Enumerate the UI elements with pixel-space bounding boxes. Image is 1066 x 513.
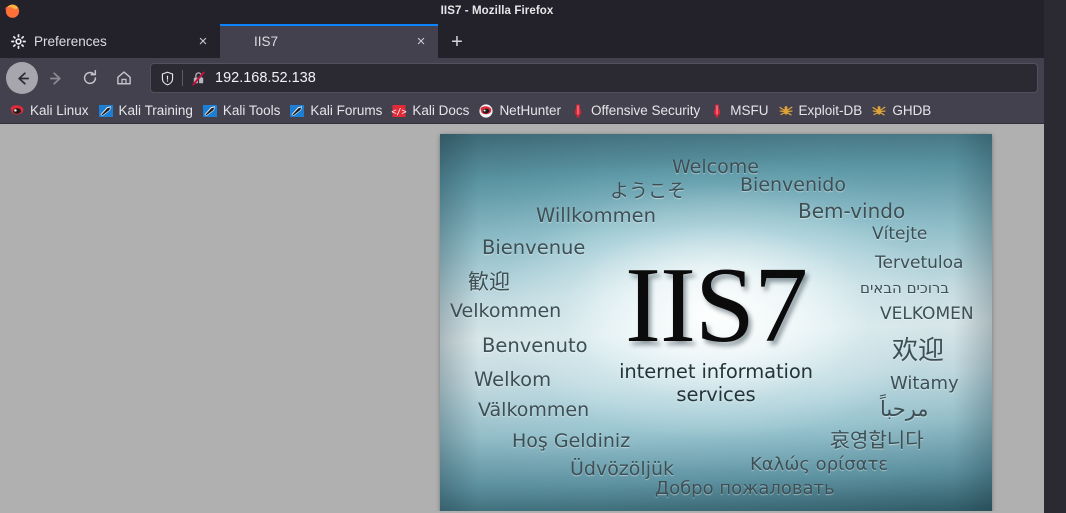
- forward-button[interactable]: [40, 62, 72, 94]
- welcome-word: Tervetuloa: [875, 253, 963, 273]
- new-tab-button[interactable]: +: [440, 26, 474, 58]
- tab-close-button[interactable]: ×: [412, 32, 430, 50]
- welcome-word: Welkom: [474, 368, 551, 391]
- kali-blue-icon: [98, 103, 114, 119]
- welcome-word: Hoş Geldiniz: [512, 430, 630, 452]
- bookmark-kali-docs[interactable]: </> Kali Docs: [388, 100, 475, 122]
- bookmark-label: Exploit-DB: [799, 103, 863, 118]
- home-button[interactable]: [108, 62, 140, 94]
- bookmark-label: Kali Tools: [223, 103, 281, 118]
- welcome-word: Καλώς ορίσατε: [750, 454, 888, 475]
- welcome-word: ようこそ: [610, 176, 686, 203]
- offsec-icon: [709, 103, 725, 119]
- welcome-word: Velkommen: [450, 300, 561, 322]
- urlbar-separator: [182, 70, 183, 86]
- offsec-icon: [570, 103, 586, 119]
- tab-close-button[interactable]: ×: [194, 32, 212, 50]
- iis7-logo-subtitle: internet information services: [578, 360, 854, 406]
- gear-icon: [10, 33, 26, 49]
- bookmark-ghdb[interactable]: GHDB: [868, 100, 937, 122]
- bookmark-label: Kali Linux: [30, 103, 89, 118]
- back-button[interactable]: [6, 62, 38, 94]
- bookmark-exploit-db[interactable]: Exploit-DB: [775, 100, 869, 122]
- tab-strip: Preferences × IIS7 × +: [0, 22, 1044, 58]
- svg-text:</>: </>: [392, 107, 407, 117]
- reload-icon: [81, 69, 99, 87]
- welcome-word: Üdvözöljük: [570, 458, 674, 480]
- iis7-welcome-banner: IIS7 internet information services Welco…: [440, 134, 992, 511]
- welcome-word: 哀영합니다: [830, 424, 924, 453]
- kali-docs-icon: </>: [391, 103, 407, 119]
- kali-blue-icon: [202, 103, 218, 119]
- welcome-word: Välkommen: [478, 399, 589, 421]
- bookmarks-toolbar: Kali Linux Kali Training: [0, 98, 1044, 124]
- iis7-logo: IIS7 internet information services: [578, 254, 854, 406]
- bookmark-kali-tools[interactable]: Kali Tools: [199, 100, 287, 122]
- bookmark-kali-linux[interactable]: Kali Linux: [6, 100, 95, 122]
- tab-iis7[interactable]: IIS7 ×: [220, 24, 438, 58]
- welcome-word: Bienvenido: [740, 174, 846, 196]
- firefox-window: IIS7 - Mozilla Firefox: [0, 0, 1044, 513]
- nethunter-icon: [478, 103, 494, 119]
- bookmark-label: Kali Forums: [310, 103, 382, 118]
- welcome-word: Bem-vindo: [798, 199, 905, 223]
- welcome-word: VELKOMEN: [880, 304, 974, 324]
- bookmark-label: MSFU: [730, 103, 768, 118]
- navigation-toolbar: 192.168.52.138: [0, 58, 1044, 98]
- welcome-word: Добро пожаловать: [655, 478, 835, 499]
- bookmark-nethunter[interactable]: NetHunter: [475, 100, 567, 122]
- back-arrow-icon: [13, 69, 32, 88]
- kali-dragon-icon: [9, 103, 25, 119]
- bookmark-label: Kali Docs: [412, 103, 469, 118]
- tab-label: Preferences: [34, 34, 194, 49]
- page-content-area: IIS7 internet information services Welco…: [0, 124, 1044, 511]
- shield-icon[interactable]: [159, 70, 175, 86]
- firefox-logo-icon: [4, 2, 21, 19]
- url-input[interactable]: 192.168.52.138: [215, 70, 316, 86]
- iis7-logo-text: IIS7: [578, 254, 854, 358]
- window-titlebar: IIS7 - Mozilla Firefox: [0, 0, 1044, 22]
- tab-preferences[interactable]: Preferences ×: [0, 24, 220, 58]
- welcome-word: 歓迎: [468, 266, 510, 296]
- bookmark-kali-training[interactable]: Kali Training: [95, 100, 199, 122]
- exploitdb-icon: [778, 103, 794, 119]
- welcome-word: 欢迎: [892, 330, 944, 367]
- url-bar[interactable]: 192.168.52.138: [150, 63, 1038, 93]
- bookmark-label: Kali Training: [119, 103, 193, 118]
- welcome-word: Vítejte: [872, 224, 927, 244]
- welcome-word: ברוכים הבאים: [860, 279, 949, 297]
- welcome-word: مرحباً: [880, 397, 929, 421]
- kali-blue-icon: [289, 103, 305, 119]
- home-icon: [115, 69, 133, 87]
- desktop-screen: IIS7 - Mozilla Firefox: [0, 0, 1066, 513]
- broken-lock-icon[interactable]: [190, 70, 206, 86]
- blank-favicon-icon: [230, 33, 246, 49]
- bookmark-kali-forums[interactable]: Kali Forums: [286, 100, 388, 122]
- welcome-word: Willkommen: [536, 204, 656, 227]
- welcome-word: Bienvenue: [482, 236, 585, 259]
- bookmark-msfu[interactable]: MSFU: [706, 100, 774, 122]
- exploitdb-icon: [871, 103, 887, 119]
- desktop-background-right: [1044, 0, 1066, 513]
- welcome-word: Benvenuto: [482, 334, 588, 357]
- welcome-word: Witamy: [890, 373, 959, 394]
- bookmark-label: Offensive Security: [591, 103, 700, 118]
- tab-label: IIS7: [254, 34, 412, 49]
- reload-button[interactable]: [74, 62, 106, 94]
- forward-arrow-icon: [47, 69, 66, 88]
- bookmark-label: GHDB: [892, 103, 931, 118]
- bookmark-label: NetHunter: [499, 103, 561, 118]
- bookmark-offensive-security[interactable]: Offensive Security: [567, 100, 706, 122]
- window-title: IIS7 - Mozilla Firefox: [441, 5, 554, 17]
